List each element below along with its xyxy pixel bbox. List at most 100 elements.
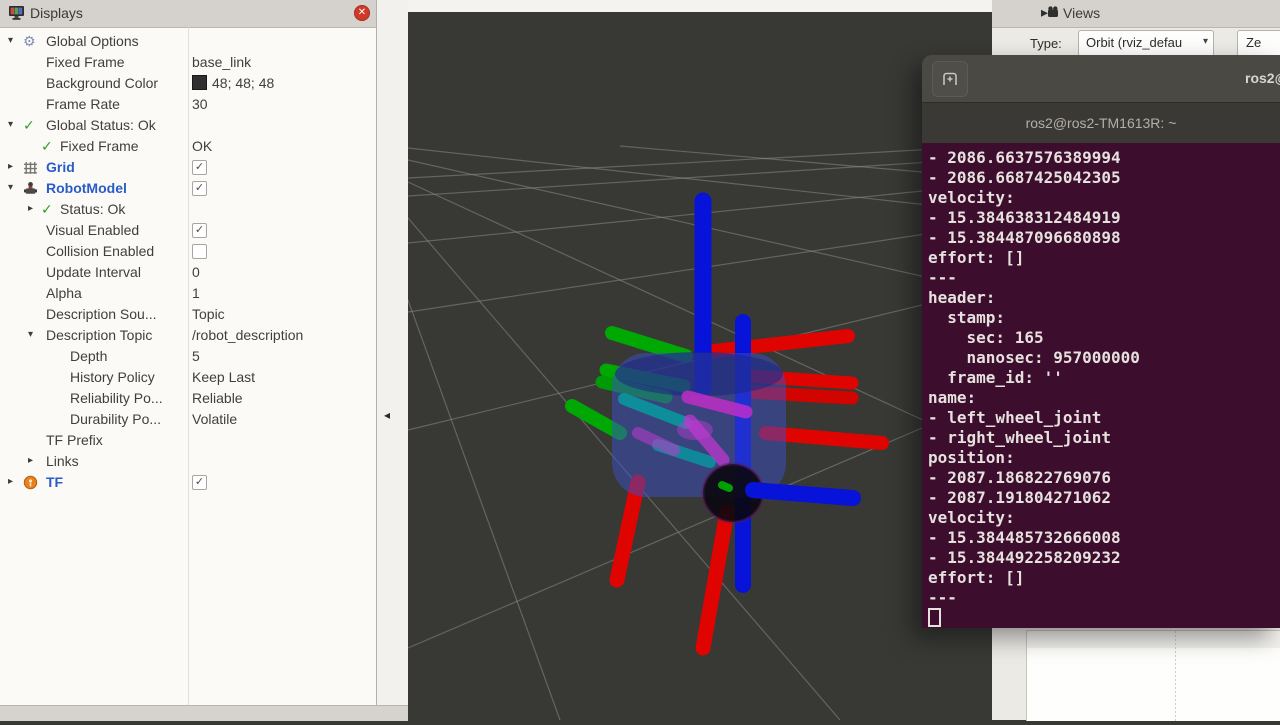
row-label: Visual Enabled — [46, 222, 139, 238]
terminal-line: - 2087.186822769076 — [928, 468, 1280, 488]
terminal-line: header: — [928, 288, 1280, 308]
row-value[interactable]: OK — [192, 138, 212, 154]
tf-axis-red — [714, 336, 848, 351]
viewport-top-strip — [408, 0, 992, 12]
new-tab-button[interactable] — [932, 61, 968, 97]
terminal-line: name: — [928, 388, 1280, 408]
terminal-line: sec: 165 — [928, 328, 1280, 348]
row-checkbox[interactable]: ✓ — [192, 475, 207, 490]
row-label: Grid — [46, 159, 75, 175]
close-icon[interactable]: ✕ — [354, 5, 370, 21]
row-value[interactable]: Keep Last — [192, 369, 255, 385]
views-list-column-divider — [1175, 631, 1176, 721]
tf-axis-red — [703, 512, 727, 648]
views-panel-title: Views — [1063, 5, 1100, 21]
row-label: Collision Enabled — [46, 243, 154, 259]
terminal-line: - right_wheel_joint — [928, 428, 1280, 448]
panel-splitter[interactable]: ◂ — [377, 0, 408, 705]
robot-icon — [23, 181, 38, 196]
color-swatch — [192, 75, 207, 90]
view-type-dropdown[interactable]: Orbit (rviz_defau ▾ — [1078, 30, 1214, 57]
terminal-window[interactable]: ros2@ ros2@ros2-TM1613R: ~ - 2086.663757… — [922, 55, 1280, 628]
terminal-output[interactable]: - 2086.6637576389994- 2086.6687425042305… — [922, 143, 1280, 628]
displays-icon — [8, 5, 25, 21]
row-label: RobotModel — [46, 180, 127, 196]
terminal-line: - 15.384492258209232 — [928, 548, 1280, 568]
terminal-window-title: ros2@ — [1245, 70, 1280, 86]
row-label: Reliability Po... — [70, 390, 163, 406]
new-tab-icon — [942, 72, 958, 86]
row-checkbox[interactable]: ✓ — [192, 160, 207, 175]
row-value[interactable]: 48; 48; 48 — [192, 75, 274, 91]
terminal-cursor-line — [928, 608, 1280, 628]
row-label: Background Color — [46, 75, 158, 91]
expand-arrow-icon[interactable]: ▾ — [28, 329, 33, 340]
row-value[interactable]: Volatile — [192, 411, 237, 427]
row-label: Status: Ok — [60, 201, 125, 217]
terminal-line: --- — [928, 588, 1280, 608]
row-value[interactable]: Reliable — [192, 390, 243, 406]
terminal-line: frame_id: '' — [928, 368, 1280, 388]
terminal-line: nanosec: 957000000 — [928, 348, 1280, 368]
tf-axis-blue — [753, 490, 853, 498]
displays-panel-title: Displays — [30, 5, 83, 21]
expand-arrow-icon[interactable]: ▾ — [8, 35, 13, 46]
terminal-line: - 15.384487096680898 — [928, 228, 1280, 248]
collapse-arrow-icon[interactable]: ◂ — [384, 408, 390, 422]
row-value[interactable]: 1 — [192, 285, 200, 301]
row-label: Fixed Frame — [60, 138, 139, 154]
terminal-tab[interactable]: ros2@ros2-TM1613R: ~ — [922, 103, 1280, 144]
expand-arrow-icon[interactable]: ▾ — [8, 182, 13, 193]
row-value[interactable]: 5 — [192, 348, 200, 364]
terminal-line: velocity: — [928, 508, 1280, 528]
row-value[interactable]: Topic — [192, 306, 225, 322]
grid-icon — [23, 160, 38, 175]
wheel-hub-green — [722, 485, 729, 488]
row-value[interactable]: 0 — [192, 264, 200, 280]
expand-arrow-icon[interactable]: ▸ — [8, 161, 13, 172]
tf-axis-red — [617, 482, 638, 580]
row-label: Fixed Frame — [46, 54, 125, 70]
check-icon: ✓ — [41, 202, 56, 217]
terminal-titlebar[interactable]: ros2@ — [922, 55, 1280, 102]
terminal-line: - left_wheel_joint — [928, 408, 1280, 428]
terminal-cursor — [928, 608, 941, 627]
row-label: Global Options — [46, 33, 139, 49]
terminal-tabbar: ros2@ros2-TM1613R: ~ — [922, 102, 1280, 144]
row-value[interactable]: 30 — [192, 96, 208, 112]
chassis-top — [615, 352, 783, 396]
view-type-value: Orbit (rviz_defau — [1086, 35, 1182, 50]
terminal-line: --- — [928, 268, 1280, 288]
terminal-line: position: — [928, 448, 1280, 468]
detail-magenta — [677, 420, 713, 440]
expand-arrow-icon[interactable]: ▾ — [8, 119, 13, 130]
row-label: Frame Rate — [46, 96, 120, 112]
terminal-line: - 2086.6637576389994 — [928, 148, 1280, 168]
row-label: Global Status: Ok — [46, 117, 156, 133]
displays-panel-bottom-strip — [0, 705, 408, 721]
expand-arrow-icon[interactable]: ▸ — [8, 476, 13, 487]
gear-icon: ⚙ — [23, 34, 38, 49]
view-type-label: Type: — [1030, 36, 1062, 51]
displays-panel-titlebar[interactable]: Displays ✕ — [0, 0, 376, 28]
row-checkbox[interactable]: ✓ — [192, 181, 207, 196]
terminal-line: - 15.384638312484919 — [928, 208, 1280, 228]
render-viewport[interactable] — [408, 12, 992, 720]
row-checkbox[interactable]: ✓ — [192, 223, 207, 238]
expand-arrow-icon[interactable]: ▸ — [28, 455, 33, 466]
row-label: Depth — [70, 348, 107, 364]
row-value[interactable]: /robot_description — [192, 327, 303, 343]
expand-arrow-icon[interactable]: ▸ — [28, 203, 33, 214]
views-list[interactable] — [1026, 630, 1280, 721]
robot-model — [572, 201, 882, 648]
views-camera-icon — [1040, 6, 1059, 18]
tree-column-divider[interactable] — [188, 27, 189, 705]
row-checkbox[interactable] — [192, 244, 207, 259]
terminal-line: - 2086.6687425042305 — [928, 168, 1280, 188]
tf-axis-green — [612, 333, 686, 356]
row-label: Durability Po... — [70, 411, 161, 427]
zero-button[interactable]: Ze — [1237, 30, 1280, 57]
row-value[interactable]: base_link — [192, 54, 251, 70]
views-panel-titlebar[interactable]: Views — [992, 0, 1280, 28]
displays-panel: Displays ✕ ▾ ⚙ Global Options Fixed Frame ba… — [0, 0, 377, 705]
